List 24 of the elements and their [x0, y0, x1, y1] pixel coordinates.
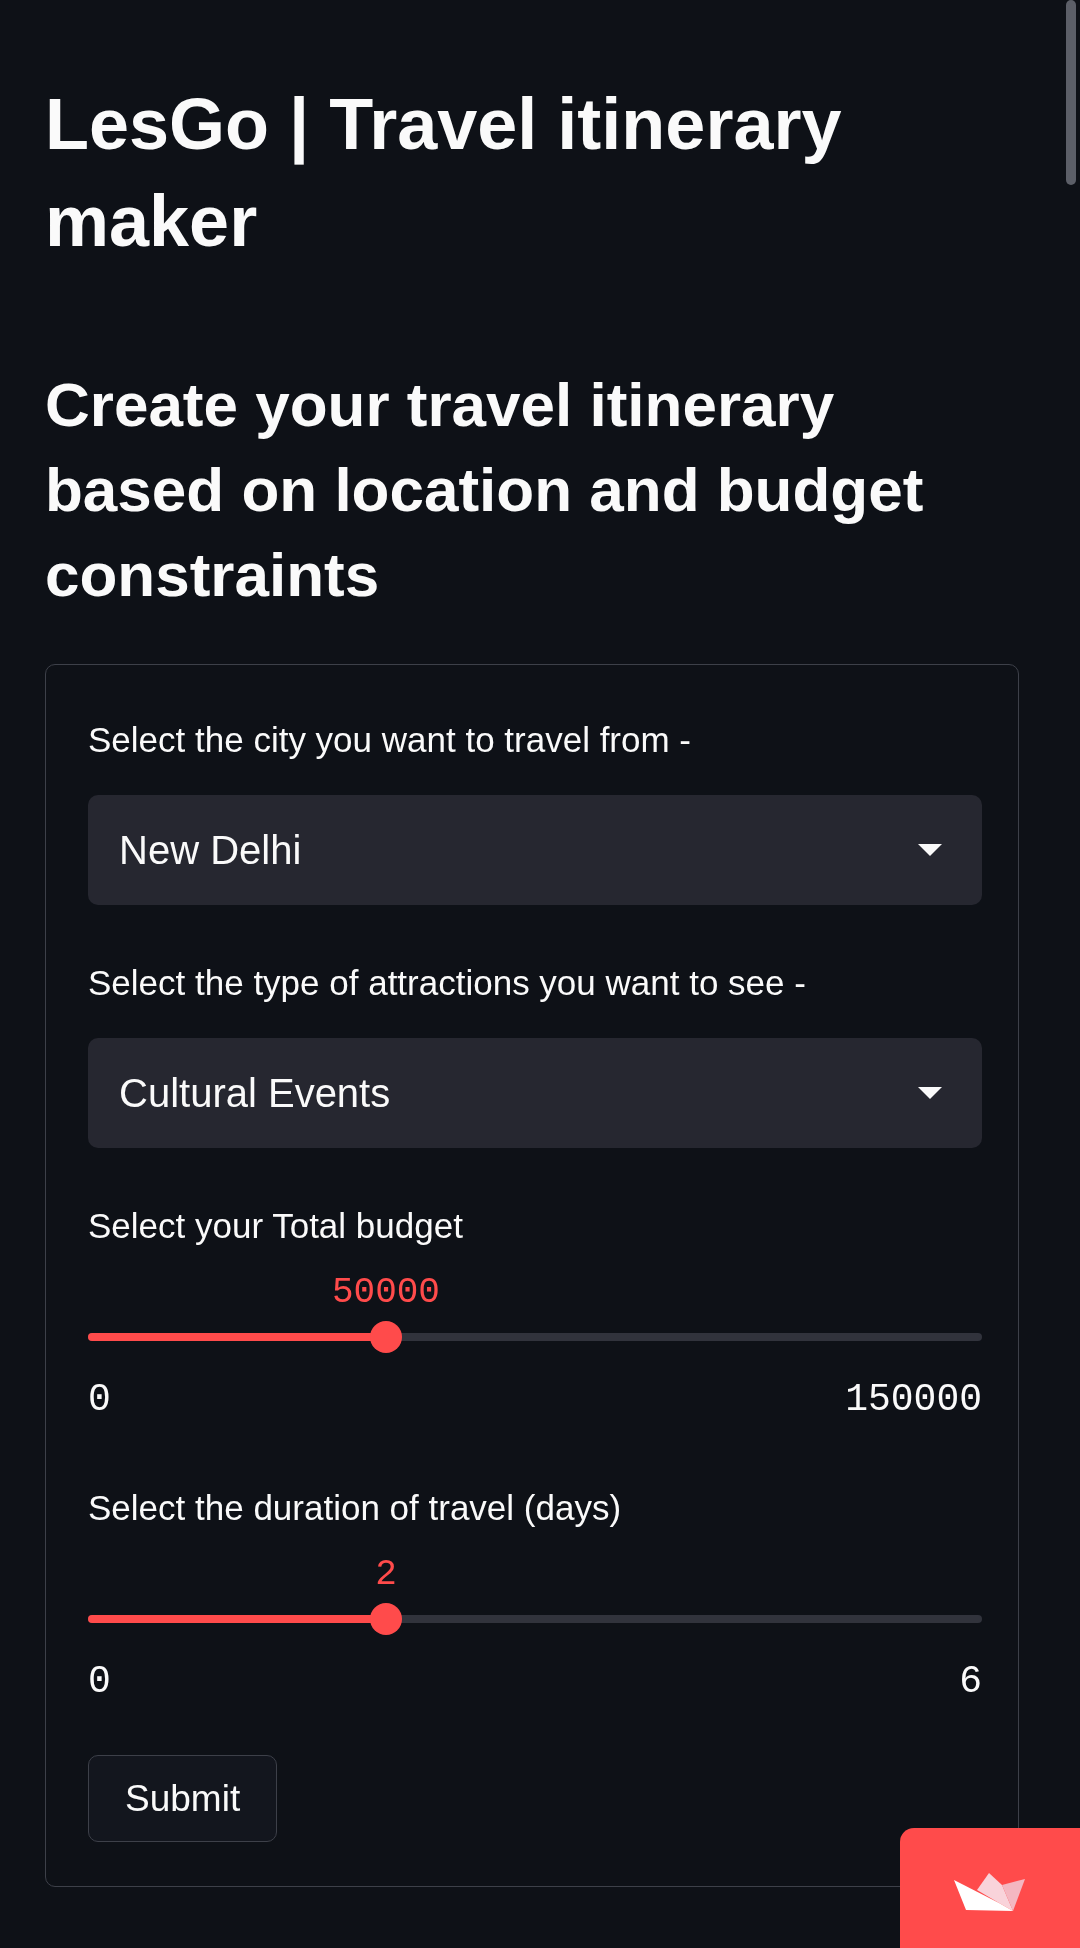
caret-down-icon [918, 844, 942, 856]
slider-thumb[interactable] [369, 1603, 402, 1635]
field-label: Select the city you want to travel from - [88, 719, 692, 761]
slider-value: 50000 [331, 1273, 440, 1313]
caret-down-icon [918, 1087, 942, 1099]
dropdown-select[interactable]: New Delhi [88, 795, 982, 905]
field-label: Select your Total budget [88, 1205, 464, 1247]
slider-thumb[interactable] [369, 1321, 402, 1353]
slider-min-label: 0 [88, 1660, 111, 1704]
page-subtitle: Create your travel itinerary based on location and budget constraints [45, 369, 925, 611]
page-title: LesGo | Travel itinerary maker [45, 83, 843, 263]
slider-min-label: 0 [88, 1378, 111, 1422]
badge-button[interactable] [900, 1828, 1080, 1948]
field-label: Select the type of attractions you want to see - [88, 962, 807, 1004]
slider-track[interactable] [88, 1603, 982, 1635]
crown-icon [954, 1873, 1026, 1911]
scrollbar-thumb[interactable] [1066, 0, 1076, 185]
slider-max-label: 6 [959, 1660, 982, 1704]
field-label: Select the duration of travel (days) [88, 1487, 623, 1529]
slider-track[interactable] [88, 1321, 982, 1353]
dropdown-select[interactable]: Cultural Events [88, 1038, 982, 1148]
slider-value: 2 [375, 1555, 397, 1595]
slider-max-label: 150000 [845, 1378, 982, 1422]
submit-button[interactable]: Submit [88, 1755, 278, 1842]
